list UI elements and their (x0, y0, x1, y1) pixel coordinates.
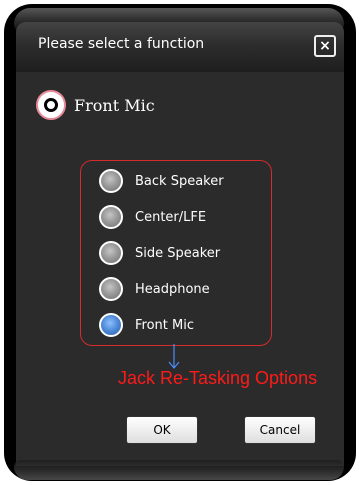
option-front-mic[interactable]: Front Mic (99, 313, 194, 337)
dialog-title: Please select a function (38, 36, 205, 52)
ok-button[interactable]: OK (126, 416, 198, 444)
current-function: Front Mic (36, 90, 155, 120)
jack-options-group: Back Speaker Center/LFE Side Speaker Hea… (80, 160, 272, 346)
option-label: Headphone (135, 281, 210, 297)
close-button[interactable]: × (314, 35, 336, 57)
cancel-button[interactable]: Cancel (244, 416, 316, 444)
option-center-lfe[interactable]: Center/LFE (99, 205, 206, 229)
option-label: Front Mic (135, 317, 194, 333)
dialog-bottom-gloss (14, 460, 344, 480)
radio-headphone[interactable] (99, 277, 123, 301)
option-headphone[interactable]: Headphone (99, 277, 210, 301)
option-side-speaker[interactable]: Side Speaker (99, 241, 220, 265)
current-function-label: Front Mic (74, 95, 155, 115)
annotation-text: Jack Re-Tasking Options (118, 368, 318, 388)
radio-side-speaker[interactable] (99, 241, 123, 265)
screenshot-frame: Please select a function × Front Mic Bac… (0, 0, 360, 485)
current-function-radio-icon (36, 90, 66, 120)
option-label: Side Speaker (135, 245, 221, 261)
radio-front-mic[interactable] (99, 313, 123, 337)
close-icon: × (319, 38, 331, 54)
option-label: Center/LFE (135, 209, 207, 225)
option-label: Back Speaker (135, 173, 224, 189)
dialog-content: Front Mic Back Speaker Center/LFE Side S… (16, 72, 344, 466)
radio-back-speaker[interactable] (99, 169, 123, 193)
radio-center-lfe[interactable] (99, 205, 123, 229)
option-back-speaker[interactable]: Back Speaker (99, 169, 224, 193)
title-bar: Please select a function × (16, 22, 344, 72)
down-arrow-icon (168, 344, 180, 369)
